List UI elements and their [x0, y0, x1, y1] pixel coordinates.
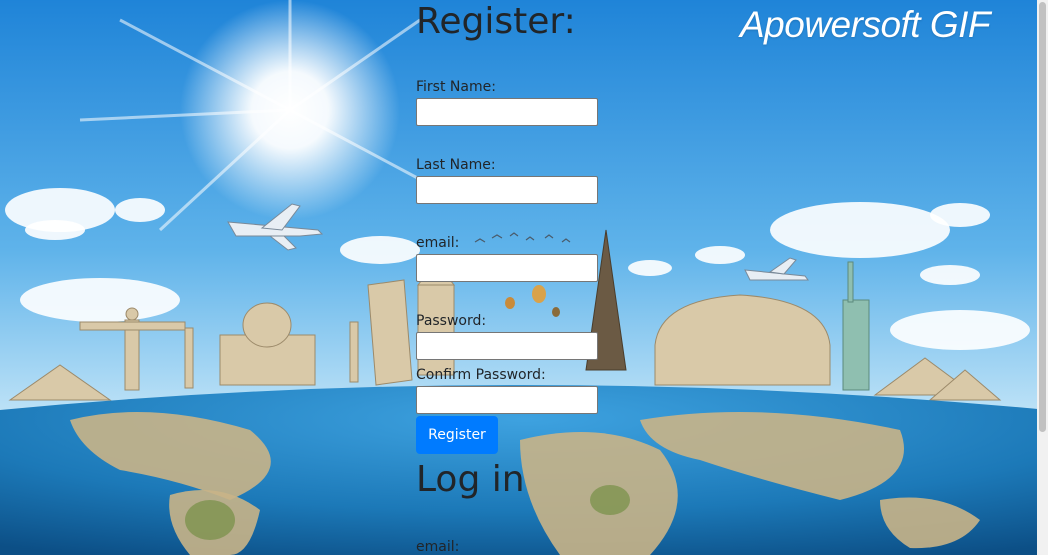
register-button[interactable]: Register	[416, 416, 498, 454]
last-name-label: Last Name:	[416, 157, 496, 173]
email-input[interactable]	[416, 254, 598, 282]
first-name-input[interactable]	[416, 98, 598, 126]
login-email-label: email:	[416, 539, 460, 555]
scrollbar-thumb[interactable]	[1039, 2, 1046, 432]
watermark-text: Apowersoft GIF	[740, 4, 991, 45]
first-name-label: First Name:	[416, 79, 496, 95]
password-label: Password:	[416, 313, 487, 329]
password-input[interactable]	[416, 332, 598, 360]
vertical-scrollbar[interactable]	[1037, 0, 1048, 555]
login-heading: Log in	[416, 459, 525, 500]
register-heading: Register:	[416, 1, 576, 42]
last-name-input[interactable]	[416, 176, 598, 204]
email-label: email:	[416, 235, 460, 251]
confirm-password-input[interactable]	[416, 386, 598, 414]
confirm-password-label: Confirm Password:	[416, 367, 546, 383]
